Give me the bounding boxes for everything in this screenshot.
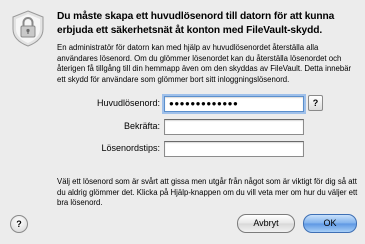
hint-label: Lösenordstips:: [101, 143, 160, 153]
password-advice-text: Välj ett lösenord som är svårt att gissa…: [57, 177, 358, 208]
password-assistant-button[interactable]: ?: [308, 95, 323, 111]
dialog-title: Du måste skapa ett huvudlösenord till da…: [57, 11, 335, 36]
master-password-field[interactable]: ●●●●●●●●●●●●●: [164, 96, 304, 112]
help-button[interactable]: ?: [10, 215, 28, 233]
master-password-row: Huvudlösenord: ●●●●●●●●●●●●● ?: [0, 95, 365, 112]
cancel-button[interactable]: Avbryt: [237, 214, 295, 233]
hint-field[interactable]: [164, 141, 304, 157]
verify-field[interactable]: [164, 119, 304, 135]
verify-row: Bekräfta:: [0, 119, 365, 135]
intro-text: En administratör för datorn kan med hjäl…: [57, 43, 352, 84]
verify-label: Bekräfta:: [123, 121, 160, 131]
master-password-dialog: Du måste skapa ett huvudlösenord till da…: [0, 0, 365, 244]
hint-row: Lösenordstips:: [0, 141, 365, 157]
ok-button[interactable]: OK: [303, 214, 357, 233]
master-password-value: ●●●●●●●●●●●●●: [169, 99, 239, 108]
master-password-label: Huvudlösenord:: [96, 98, 160, 108]
filevault-lock-icon: [10, 9, 46, 47]
